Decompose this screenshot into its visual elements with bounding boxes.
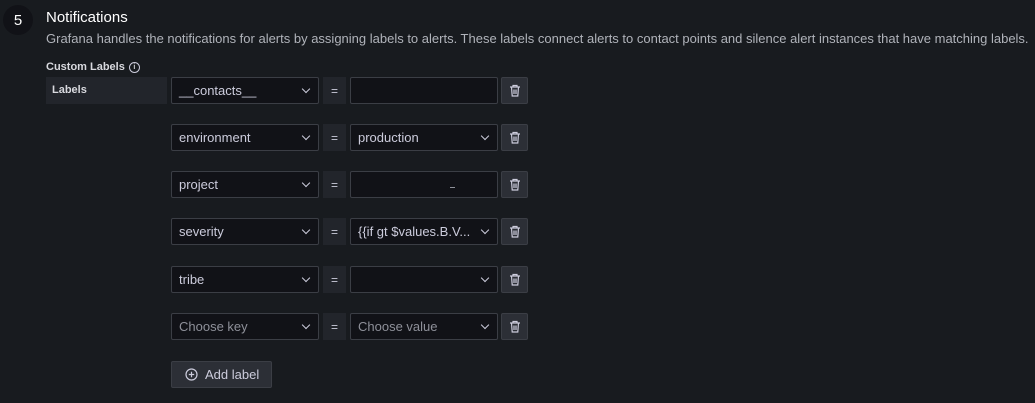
chevron-down-icon <box>301 273 311 283</box>
custom-labels-title: Custom Labels <box>46 61 125 73</box>
label-row: project = <box>171 171 528 198</box>
trash-icon <box>509 84 520 97</box>
label-key-select[interactable]: environment <box>171 124 319 151</box>
chevron-down-icon <box>301 84 311 94</box>
label-value-text: {{if gt $values.B.V... <box>358 224 471 239</box>
label-row: severity = {{if gt $values.B.V... <box>171 218 528 245</box>
label-key-placeholder: Choose key <box>179 319 248 334</box>
label-row: tribe = <box>171 266 528 293</box>
chevron-down-icon <box>301 131 311 141</box>
equals-operator: = <box>323 77 346 104</box>
label-key-value: severity <box>179 224 224 239</box>
label-row: __contacts__ = <box>171 77 528 104</box>
info-circle-icon[interactable]: i <box>128 61 140 73</box>
label-value-text: production <box>358 130 419 145</box>
delete-label-button[interactable] <box>501 218 528 245</box>
label-value-placeholder: Choose value <box>358 319 438 334</box>
delete-label-button[interactable] <box>501 77 528 104</box>
plus-circle-icon <box>185 368 198 381</box>
label-value-select[interactable]: Choose value <box>350 313 498 340</box>
delete-label-button[interactable] <box>501 171 528 198</box>
trash-icon <box>509 273 520 286</box>
label-value-select[interactable]: production <box>350 124 498 151</box>
equals-operator: = <box>323 124 346 151</box>
label-row: Choose key = Choose value <box>171 313 528 340</box>
delete-label-button[interactable] <box>501 313 528 340</box>
chevron-down-icon <box>480 320 490 330</box>
trash-icon <box>509 225 520 238</box>
trash-icon <box>509 178 520 191</box>
label-row: environment = production <box>171 124 528 151</box>
section-description: Grafana handles the notifications for al… <box>46 31 1029 46</box>
chevron-down-icon <box>301 178 311 188</box>
label-value-input[interactable] <box>350 171 498 198</box>
chevron-down-icon <box>480 273 490 283</box>
delete-label-button[interactable] <box>501 266 528 293</box>
equals-operator: = <box>323 218 346 245</box>
custom-labels-heading: Custom Labels i <box>46 61 140 73</box>
chevron-down-icon <box>301 320 311 330</box>
chevron-down-icon <box>480 225 490 235</box>
label-key-value: project <box>179 177 219 192</box>
equals-operator: = <box>323 266 346 293</box>
delete-label-button[interactable] <box>501 124 528 151</box>
label-key-value: environment <box>179 130 251 145</box>
label-key-select[interactable]: severity <box>171 218 319 245</box>
label-value-input[interactable] <box>350 77 498 104</box>
label-key-select[interactable]: __contacts__ <box>171 77 319 104</box>
label-key-select[interactable]: tribe <box>171 266 319 293</box>
label-value-select[interactable] <box>350 266 498 293</box>
add-label-text: Add label <box>205 367 260 382</box>
section-title: Notifications <box>46 9 128 26</box>
trash-icon <box>509 320 520 333</box>
label-key-value: tribe <box>179 272 205 287</box>
text-cursor <box>450 187 455 188</box>
chevron-down-icon <box>301 225 311 235</box>
label-value-select[interactable]: {{if gt $values.B.V... <box>350 218 498 245</box>
equals-operator: = <box>323 171 346 198</box>
label-key-value: __contacts__ <box>179 83 257 98</box>
add-label-button[interactable]: Add label <box>171 361 272 388</box>
step-number-badge: 5 <box>3 5 33 35</box>
equals-operator: = <box>323 313 346 340</box>
chevron-down-icon <box>480 131 490 141</box>
labels-tag: Labels <box>46 77 167 104</box>
label-key-select[interactable]: Choose key <box>171 313 319 340</box>
notifications-section: 5 Notifications Grafana handles the noti… <box>0 0 1035 403</box>
trash-icon <box>509 131 520 144</box>
label-key-select[interactable]: project <box>171 171 319 198</box>
